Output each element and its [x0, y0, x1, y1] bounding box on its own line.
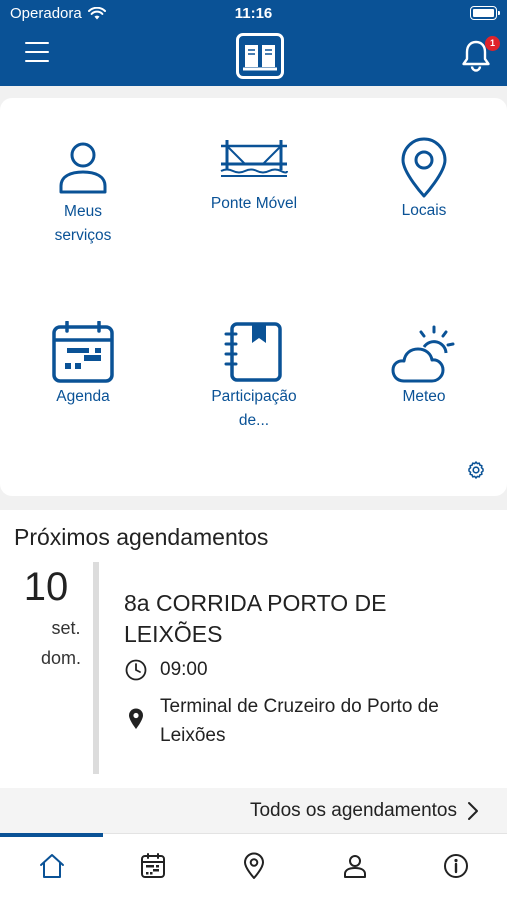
home-icon[interactable]: [38, 852, 66, 880]
calendar-icon: [52, 321, 114, 383]
event-time: 09:00: [160, 659, 208, 680]
event-month: set.: [51, 618, 81, 638]
clock-icon: [125, 659, 147, 681]
menu-icon-line: [25, 60, 49, 62]
tile-participacao[interactable]: Participação de...: [189, 321, 319, 433]
info-icon[interactable]: [442, 852, 470, 880]
tile-label: serviços: [54, 227, 112, 244]
chevron-right-icon[interactable]: [466, 800, 480, 822]
weather-cloud-sun-icon: [391, 325, 455, 383]
date-divider: [93, 562, 99, 774]
profile-tab-icon[interactable]: [341, 852, 369, 880]
location-tab-icon[interactable]: [240, 852, 268, 880]
tile-label: Ponte Móvel: [210, 195, 298, 212]
all-events-link[interactable]: Todos os agendamentos: [250, 800, 457, 822]
location-pin-icon: [129, 708, 143, 729]
calendar-tab-icon[interactable]: [139, 852, 167, 880]
event-location: Terminal de Cruzeiro do Porto de Leixões: [160, 696, 439, 746]
tile-label: de...: [238, 412, 270, 429]
tile-ponte-movel[interactable]: Ponte Móvel: [189, 136, 319, 216]
tile-label: Agenda: [56, 388, 110, 405]
tile-agenda[interactable]: Agenda: [18, 321, 148, 409]
gear-icon[interactable]: [466, 460, 486, 480]
event-title[interactable]: 8a CORRIDA PORTO DE LEIXÕES: [124, 588, 474, 650]
tile-label: Meteo: [402, 388, 446, 405]
tile-meteo[interactable]: Meteo: [359, 323, 489, 409]
location-pin-icon: [401, 137, 447, 198]
status-bar: Operadora 11:16: [0, 0, 507, 28]
notification-badge: 1: [485, 36, 500, 51]
app-logo-icon: [236, 33, 284, 79]
notebook-icon: [224, 322, 282, 382]
status-time: 11:16: [234, 5, 273, 22]
bridge-icon: [220, 140, 288, 177]
tile-label: Locais: [401, 202, 447, 219]
tile-label: Participação: [211, 388, 297, 405]
menu-button[interactable]: [25, 42, 49, 64]
event-day: 10: [23, 565, 69, 609]
event-weekday: dom.: [40, 648, 82, 668]
user-icon: [59, 142, 107, 194]
menu-icon-line: [25, 51, 49, 53]
tile-locais[interactable]: Locais: [359, 137, 489, 223]
menu-icon-line: [25, 42, 49, 44]
tile-label: Meus: [64, 203, 102, 220]
active-tab-indicator: [0, 833, 103, 837]
section-title: Próximos agendamentos: [14, 524, 269, 550]
tile-meus-servicos[interactable]: Meus serviços: [18, 140, 148, 248]
battery-icon: [470, 6, 500, 20]
